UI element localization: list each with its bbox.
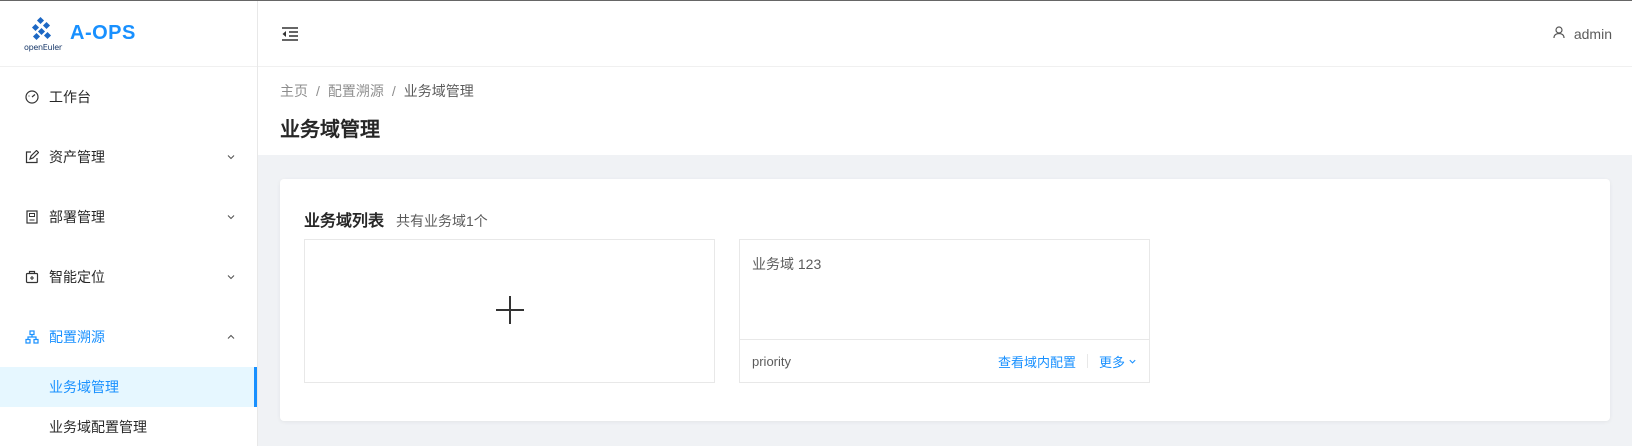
sidebar-subitem-domain-config-manage[interactable]: 业务域配置管理	[0, 407, 257, 446]
chevron-down-icon	[225, 151, 237, 163]
plus-icon	[495, 295, 525, 328]
domain-card[interactable]: 业务域 123 priority 查看域内配置 更多	[739, 239, 1150, 383]
breadcrumb-current: 业务域管理	[403, 83, 474, 99]
domain-card-footer: priority 查看域内配置 更多	[740, 339, 1149, 382]
sidebar-item-label: 工作台	[49, 89, 91, 105]
deploy-icon	[24, 209, 40, 225]
menu-fold-icon[interactable]	[280, 24, 300, 44]
sidebar-item-locate[interactable]: 智能定位	[0, 247, 257, 307]
sidebar-item-label: 部署管理	[49, 209, 105, 225]
add-domain-button[interactable]	[304, 239, 715, 383]
domain-name: 业务域 123	[752, 256, 822, 272]
dashboard-icon	[24, 89, 40, 105]
breadcrumb-separator: /	[316, 83, 320, 99]
sidebar-item-workbench[interactable]: 工作台	[0, 67, 257, 127]
medicine-box-icon	[24, 269, 40, 285]
sidebar-item-label: 配置溯源	[49, 329, 105, 345]
domain-priority: priority	[752, 353, 792, 369]
more-label: 更多	[1098, 354, 1125, 370]
chevron-down-icon	[225, 211, 237, 223]
domain-count: 共有业务域1个	[396, 213, 488, 229]
content: 业务域列表 共有业务域1个 业务域 123 priority 查看域内配置 更多	[258, 155, 1632, 445]
more-dropdown[interactable]: 更多	[1099, 352, 1137, 371]
breadcrumb-home[interactable]: 主页	[280, 81, 308, 101]
user-menu[interactable]: admin	[1552, 25, 1612, 42]
sidebar-item-assets[interactable]: 资产管理	[0, 127, 257, 187]
cluster-icon	[24, 329, 40, 345]
sidebar-item-label: 资产管理	[49, 149, 105, 165]
chevron-down-icon	[1128, 354, 1137, 369]
main-area: admin 主页 / 配置溯源 / 业务域管理 业务域管理 业务域列表 共有业务…	[258, 1, 1632, 446]
breadcrumb: 主页 / 配置溯源 / 业务域管理	[280, 81, 1610, 101]
sidebar-item-config-trace[interactable]: 配置溯源	[0, 307, 257, 367]
chevron-up-icon	[225, 331, 237, 343]
card-header: 业务域列表 共有业务域1个	[304, 207, 1586, 231]
user-icon	[1552, 25, 1566, 42]
topbar: admin	[258, 1, 1632, 67]
view-domain-config-link[interactable]: 查看域内配置	[998, 352, 1076, 371]
page-header: 主页 / 配置溯源 / 业务域管理 业务域管理	[258, 67, 1632, 155]
sidebar-subitem-domain-manage[interactable]: 业务域管理	[0, 367, 257, 407]
sidebar: openEuler A-OPS 工作台 资产管理 部署管理 智能定位 配置溯源 …	[0, 1, 258, 446]
divider	[1086, 354, 1088, 368]
logo[interactable]: openEuler A-OPS	[0, 1, 257, 67]
openeuler-logo-icon: openEuler	[24, 16, 62, 52]
sidebar-menu: 工作台 资产管理 部署管理 智能定位 配置溯源 业务域管理 业务域配置管理	[0, 67, 257, 446]
logo-small-text: openEuler	[24, 42, 62, 52]
page-title: 业务域管理	[280, 119, 380, 141]
sidebar-item-deploy[interactable]: 部署管理	[0, 187, 257, 247]
breadcrumb-config-trace[interactable]: 配置溯源	[328, 81, 384, 101]
sidebar-item-label: 智能定位	[49, 269, 105, 285]
chevron-down-icon	[225, 271, 237, 283]
app-root: openEuler A-OPS 工作台 资产管理 部署管理 智能定位 配置溯源 …	[0, 1, 1632, 446]
user-name: admin	[1573, 25, 1612, 42]
card-title: 业务域列表	[304, 213, 385, 230]
domain-list-card: 业务域列表 共有业务域1个 业务域 123 priority 查看域内配置 更多	[280, 179, 1610, 421]
domain-grid: 业务域 123 priority 查看域内配置 更多	[304, 239, 1586, 383]
app-name: A-OPS	[70, 22, 136, 44]
edit-icon	[24, 149, 40, 165]
breadcrumb-separator: /	[391, 83, 396, 99]
